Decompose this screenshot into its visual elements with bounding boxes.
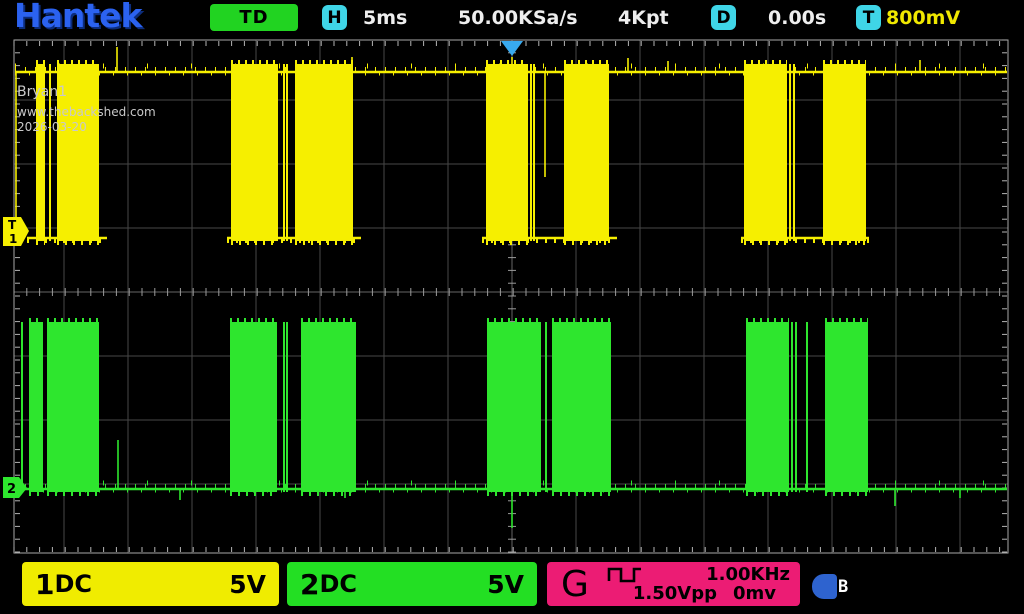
ch2-trace <box>15 320 1007 528</box>
overlay-date: 2026-03-20 <box>17 120 87 134</box>
svg-text:2: 2 <box>7 482 16 497</box>
svg-text:1: 1 <box>9 232 17 246</box>
trigger-position-marker[interactable] <box>501 41 523 56</box>
channel2-position-marker[interactable]: 2 <box>3 477 27 498</box>
oscilloscope-screen: Hantek TD H 5ms 50.00KSa/s 4Kpt D 0.00s … <box>0 0 1024 614</box>
svg-text:T: T <box>8 218 17 232</box>
channel1-position-marker[interactable]: T1 <box>3 217 29 246</box>
overlay-website: www.thebackshed.com <box>17 105 156 119</box>
overlay-username: Bryan1 <box>17 84 67 100</box>
ch1-trace <box>15 47 1007 243</box>
waveform-display: T1 2 <box>0 0 1024 614</box>
